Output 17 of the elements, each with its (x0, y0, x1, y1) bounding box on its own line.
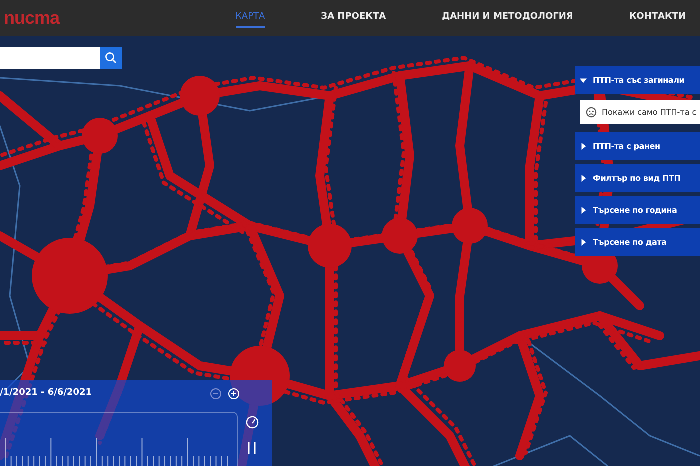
face-icon (586, 106, 597, 118)
speedometer-icon[interactable] (246, 416, 259, 429)
filter-section[interactable]: Търсене по година (575, 196, 700, 224)
nav-link[interactable]: ДАННИ И МЕТОДОЛОГИЯ (442, 8, 574, 28)
search-icon (105, 52, 117, 64)
search-field[interactable] (0, 47, 100, 69)
filter-section[interactable]: ПТП-та със загинали (575, 66, 700, 94)
nav-link[interactable]: КОНТАКТИ (629, 8, 686, 28)
pause-button[interactable] (247, 442, 257, 454)
zoom-in-icon[interactable] (228, 388, 240, 400)
filter-section[interactable]: Търсене по дата (575, 228, 700, 256)
date-range: /1/2021 - 6/6/2021 (0, 388, 92, 398)
search-button[interactable] (100, 47, 122, 69)
filter-option[interactable]: Покажи само ПТП-та с (580, 100, 700, 124)
nav-link[interactable]: ЗА ПРОЕКТА (321, 8, 386, 28)
filter-section[interactable]: ПТП-та с ранен (575, 132, 700, 160)
filter-section[interactable]: Филтър по вид ПТП (575, 164, 700, 192)
